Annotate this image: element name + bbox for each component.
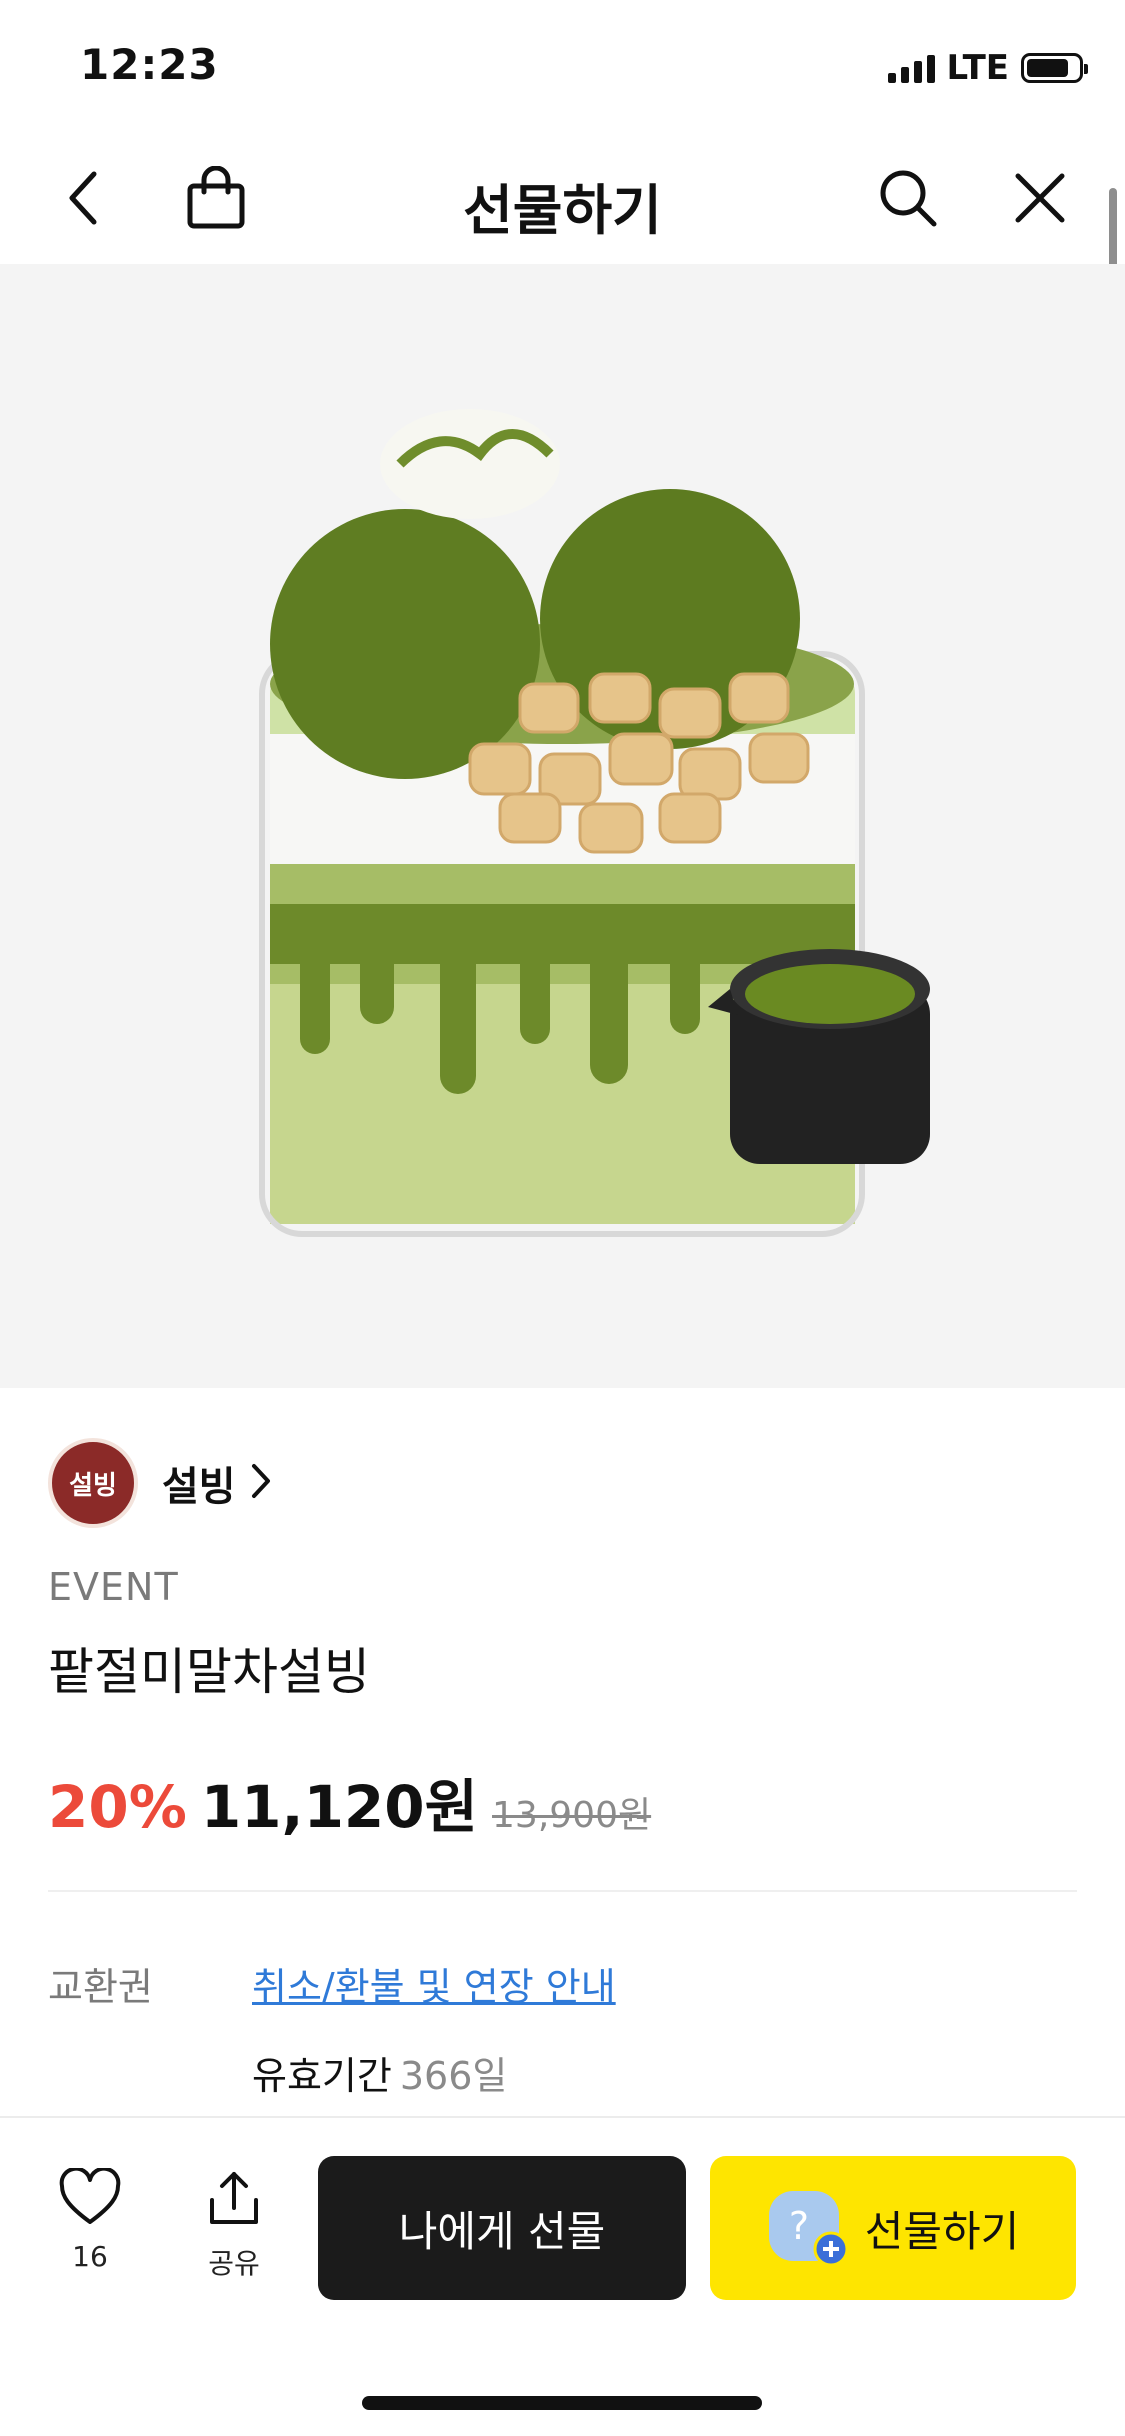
original-price: 13,900원 [492, 1795, 652, 1836]
status-time: 12:23 [80, 40, 219, 89]
validity-row: 유효기간 366일 [252, 2045, 507, 2100]
status-indicators: LTE [887, 48, 1088, 88]
signal-icon [887, 53, 935, 83]
status-bar: 12:23 LTE [0, 0, 1125, 132]
close-icon[interactable] [1004, 162, 1076, 234]
event-label: EVENT [48, 1565, 179, 1609]
validity-value: 366일 [399, 2054, 508, 2098]
page-title: 선물하기 [463, 179, 662, 242]
brand-link[interactable]: 설빙 설빙 [48, 1438, 272, 1528]
price-row: 20% 11,120원 13,900원 [48, 1760, 651, 1844]
product-name: 팥절미말차설빙 [48, 1643, 370, 1701]
divider [48, 1890, 1077, 1892]
network-label: LTE [946, 48, 1009, 88]
bottom-action-bar: 16 공유 나에게 선물 ? 선물하기 [0, 2116, 1125, 2436]
validity-label: 유효기간 [252, 2054, 392, 2098]
battery-icon [1021, 53, 1088, 83]
svg-text:?: ? [789, 2204, 809, 2248]
gift-to-self-button[interactable]: 나에게 선물 [318, 2156, 686, 2300]
voucher-label: 교환권 [48, 1965, 153, 2009]
friend-select-icon: ? [767, 2187, 849, 2269]
share-icon [204, 2168, 264, 2232]
send-gift-button[interactable]: ? 선물하기 [710, 2156, 1076, 2300]
home-indicator [362, 2396, 762, 2410]
heart-icon [58, 2166, 122, 2230]
brand-name: 설빙 [162, 1464, 236, 1510]
brand-logo: 설빙 [48, 1438, 138, 1528]
chevron-right-icon [250, 1462, 272, 1504]
refund-info-link[interactable]: 취소/환불 및 연장 안내 [252, 1956, 616, 2011]
product-image[interactable] [0, 264, 1125, 1388]
like-count: 16 [72, 2240, 108, 2273]
like-button[interactable]: 16 [48, 2166, 132, 2273]
share-button[interactable]: 공유 [192, 2168, 276, 2282]
sale-price: 11,120원 [200, 1773, 479, 1841]
search-icon[interactable] [872, 162, 944, 234]
send-gift-label: 선물하기 [864, 2206, 1020, 2256]
share-label: 공유 [208, 2247, 260, 2280]
discount-rate: 20% [48, 1773, 187, 1841]
nav-bar: 선물하기 [0, 132, 1125, 264]
